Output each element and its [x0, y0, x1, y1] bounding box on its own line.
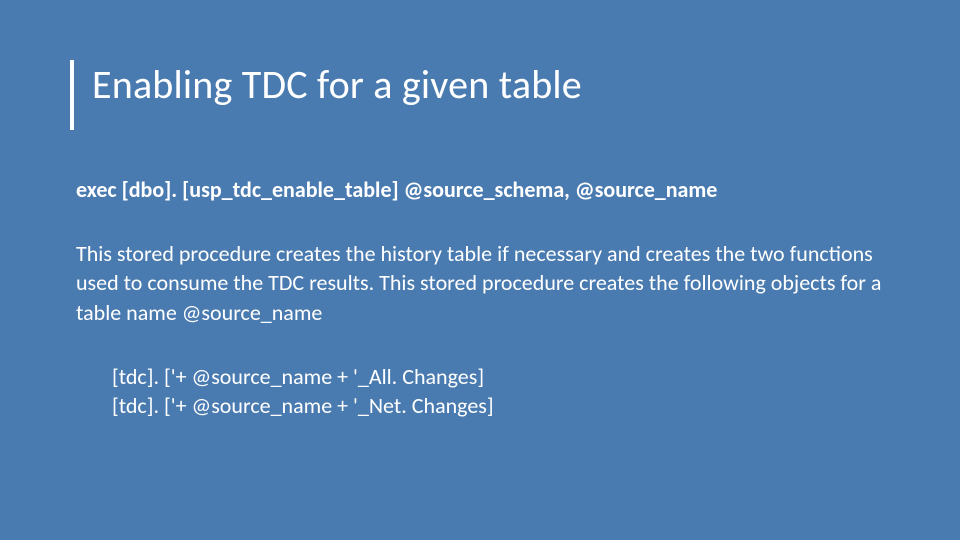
body-paragraph: This stored procedure creates the histor…: [76, 239, 890, 328]
slide-content: exec [dbo]. [usp_tdc_enable_table] @sour…: [70, 176, 890, 421]
slide: Enabling TDC for a given table exec [dbo…: [0, 0, 960, 540]
slide-title: Enabling TDC for a given table: [92, 60, 582, 130]
generated-object-item: [tdc]. ['+ @source_name + '_All. Changes…: [112, 362, 890, 392]
exec-statement: exec [dbo]. [usp_tdc_enable_table] @sour…: [76, 176, 890, 205]
title-block: Enabling TDC for a given table: [70, 60, 890, 130]
title-accent-rule: [70, 60, 74, 130]
generated-objects-list: [tdc]. ['+ @source_name + '_All. Changes…: [76, 362, 890, 421]
generated-object-item: [tdc]. ['+ @source_name + '_Net. Changes…: [112, 391, 890, 421]
